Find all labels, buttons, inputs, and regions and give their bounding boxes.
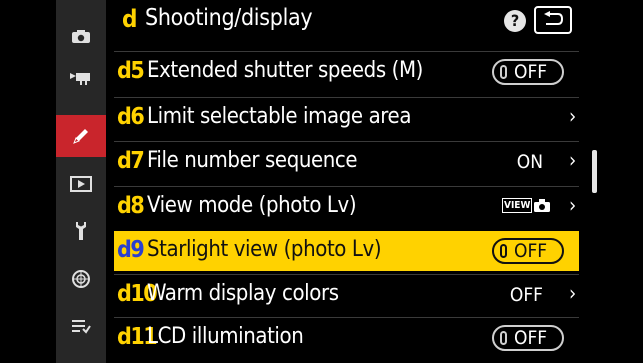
network-menu-tab[interactable] xyxy=(56,258,106,300)
row-label: Extended shutter speeds (M) xyxy=(147,58,423,83)
chevron-right-icon: › xyxy=(569,193,577,217)
row-label: Limit selectable image area xyxy=(147,104,412,129)
row-label: File number sequence xyxy=(147,148,358,173)
row-label: LCD illumination xyxy=(147,324,304,349)
help-button[interactable]: ? xyxy=(504,10,526,32)
menu-row-d8[interactable]: d8 View mode (photo Lv) VIEW › xyxy=(114,186,579,226)
toggle-switch[interactable]: OFF xyxy=(492,325,564,351)
chevron-right-icon: › xyxy=(569,281,577,305)
playback-icon xyxy=(70,176,92,192)
movie-shooting-menu-tab[interactable] xyxy=(56,57,106,99)
row-value: OFF xyxy=(509,284,543,306)
menu-row-d11[interactable]: d11 LCD illumination OFF xyxy=(114,317,579,357)
custom-settings-menu-tab[interactable] xyxy=(56,115,106,157)
toggle-knob xyxy=(500,65,507,79)
photo-shooting-menu-tab[interactable] xyxy=(56,15,106,57)
chevron-right-icon: › xyxy=(569,104,577,128)
menu-content: d Shooting/display ? d5 Extended shutter… xyxy=(114,0,599,363)
pencil-icon xyxy=(73,129,88,144)
row-code: d8 xyxy=(117,193,145,219)
my-menu-icon xyxy=(72,320,91,334)
back-button[interactable] xyxy=(534,6,572,34)
menu-sidebar xyxy=(56,0,106,363)
menu-header: d Shooting/display ? xyxy=(114,0,599,43)
row-label: View mode (photo Lv) xyxy=(147,193,357,218)
row-code: d5 xyxy=(117,58,145,84)
row-label: Warm display colors xyxy=(147,281,339,306)
row-value: ON xyxy=(516,151,543,173)
page-title: Shooting/display xyxy=(145,5,313,31)
menu-row-d7[interactable]: d7 File number sequence ON › xyxy=(114,141,579,181)
toggle-knob xyxy=(500,244,507,258)
row-code: d6 xyxy=(117,104,145,130)
toggle-value: OFF xyxy=(514,61,548,83)
row-code: d7 xyxy=(117,148,145,174)
toggle-switch[interactable]: OFF xyxy=(492,238,564,264)
menu-row-d9[interactable]: d9 Starlight view (photo Lv) OFF xyxy=(114,231,579,271)
scrollbar-thumb[interactable] xyxy=(592,150,597,193)
menu-row-d5[interactable]: d5 Extended shutter speeds (M) OFF xyxy=(114,51,579,91)
menu-letter: d xyxy=(122,5,138,33)
view-mode-indicator: VIEW xyxy=(502,198,551,213)
view-badge: VIEW xyxy=(502,198,533,213)
menu-row-d10[interactable]: d10 Warm display colors OFF › xyxy=(114,274,579,314)
toggle-switch[interactable]: OFF xyxy=(492,59,564,85)
camera-icon xyxy=(534,199,551,212)
row-code: d9 xyxy=(117,237,145,263)
row-label: Starlight view (photo Lv) xyxy=(147,237,382,262)
camera-icon xyxy=(72,29,90,43)
return-arrow-icon xyxy=(544,11,564,25)
toggle-knob xyxy=(500,331,507,345)
camera-menu-screen: d Shooting/display ? d5 Extended shutter… xyxy=(0,0,643,363)
toggle-value: OFF xyxy=(514,327,548,349)
chevron-right-icon: › xyxy=(569,148,577,172)
network-icon xyxy=(72,270,90,288)
my-menu-tab[interactable] xyxy=(56,305,106,347)
movie-camera-icon xyxy=(70,73,90,85)
toggle-value: OFF xyxy=(514,240,548,262)
menu-row-d6[interactable]: d6 Limit selectable image area › xyxy=(114,97,579,137)
setup-menu-tab[interactable] xyxy=(56,210,106,252)
playback-menu-tab[interactable] xyxy=(56,163,106,205)
wrench-icon xyxy=(76,222,86,240)
